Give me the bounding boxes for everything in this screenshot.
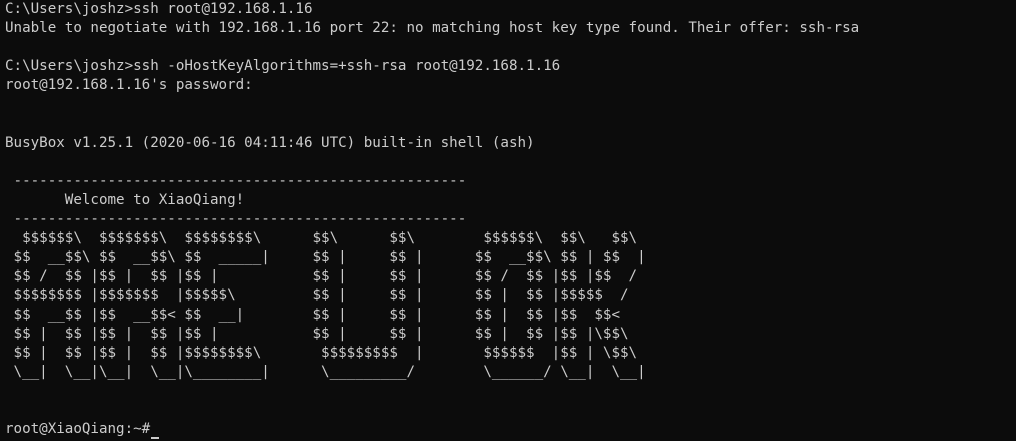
terminal-line-9 [5, 153, 1011, 172]
terminal-line-7 [5, 115, 1011, 134]
text-cursor [151, 437, 160, 440]
terminal-prompt-line[interactable]: root@XiaoQiang:~# [5, 420, 1011, 440]
terminal-line-19: $$ | $$ |$$ | $$ |$$$$$$$$\ $$$$$$$$$ | … [5, 344, 638, 361]
terminal-line-2: Unable to negotiate with 192.168.1.16 po… [5, 20, 860, 37]
terminal-line-15: $$ / $$ |$$ | $$ |$$ | $$ | $$ | $$ / $$… [5, 268, 638, 285]
terminal-line-20: \__| \__|\__| \__|\________| \_________/… [5, 363, 646, 380]
terminal-line-18: $$ | $$ |$$ | $$ |$$ | $$ | $$ | $$ | $$… [5, 325, 629, 342]
terminal-line-16: $$$$$$$$ |$$$$$$$ |$$$$$\ $$ | $$ | $$ |… [5, 287, 629, 304]
terminal-line-4: C:\Users\joshz>ssh -oHostKeyAlgorithms=+… [5, 58, 561, 75]
terminal-line-1: C:\Users\joshz>ssh root@192.168.1.16 [5, 1, 313, 17]
shell-prompt: root@XiaoQiang:~# [5, 421, 151, 438]
terminal-line-6 [5, 95, 1011, 114]
terminal-window[interactable]: C:\Users\joshz>ssh root@192.168.1.16 Una… [0, 0, 1016, 441]
terminal-line-21 [5, 382, 1011, 401]
terminal-line-22 [5, 401, 1011, 420]
terminal-line-8: BusyBox v1.25.1 (2020-06-16 04:11:46 UTC… [5, 134, 535, 151]
terminal-line-5: root@192.168.1.16's password: [5, 77, 253, 94]
terminal-line-17: $$ __$$ |$$ __$$< $$ __| $$ | $$ | $$ | … [5, 306, 620, 323]
terminal-line-12: ----------------------------------------… [5, 211, 467, 228]
terminal-line-3 [5, 38, 1011, 57]
terminal-line-10: ----------------------------------------… [5, 172, 467, 189]
terminal-line-13: $$$$$$\ $$$$$$$\ $$$$$$$$\ $$\ $$\ $$$$$… [5, 230, 638, 247]
terminal-line-11: Welcome to XiaoQiang! [5, 191, 245, 208]
terminal-line-14: $$ __$$\ $$ __$$\ $$ _____| $$ | $$ | $$… [5, 249, 646, 266]
